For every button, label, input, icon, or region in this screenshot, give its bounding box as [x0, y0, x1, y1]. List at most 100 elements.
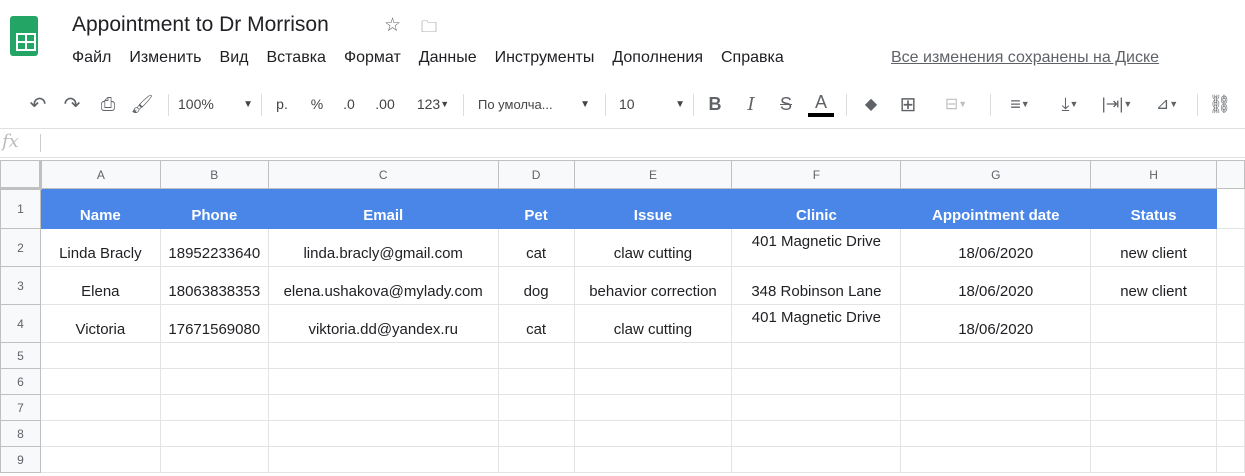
bold-icon[interactable]: B — [704, 84, 726, 124]
cell[interactable]: Clinic — [731, 188, 902, 229]
menu-format[interactable]: Формат — [344, 49, 401, 67]
fill-color-icon[interactable]: ◆ — [860, 84, 882, 124]
more-formats-select[interactable]: 123 ▼ — [408, 84, 458, 124]
cell[interactable] — [159, 446, 269, 473]
menu-tools[interactable]: Инструменты — [495, 49, 595, 67]
cell[interactable] — [497, 368, 575, 395]
cell[interactable] — [1216, 446, 1245, 473]
menu-addons[interactable]: Дополнения — [612, 49, 703, 67]
cell[interactable] — [900, 446, 1092, 473]
row-header[interactable]: 5 — [0, 342, 41, 369]
column-header-d[interactable]: D — [497, 160, 575, 189]
column-header-i[interactable] — [1216, 160, 1245, 189]
cell[interactable] — [573, 368, 733, 395]
cell[interactable] — [39, 394, 161, 421]
cell[interactable]: claw cutting — [573, 304, 733, 343]
cell[interactable] — [39, 420, 161, 447]
cell[interactable] — [1090, 304, 1217, 343]
cell[interactable] — [1090, 420, 1217, 447]
cell[interactable]: Pet — [497, 188, 575, 229]
cell[interactable] — [1216, 266, 1245, 305]
cell[interactable]: Status — [1090, 188, 1217, 229]
increase-decimal-button[interactable]: .00 — [370, 84, 400, 124]
cell[interactable]: 18952233640 — [159, 228, 269, 267]
cell[interactable] — [1216, 368, 1245, 395]
menu-help[interactable]: Справка — [721, 49, 784, 67]
cell[interactable]: 401 Magnetic Drive — [731, 228, 902, 267]
cell[interactable] — [267, 342, 499, 369]
currency-button[interactable]: р. — [270, 84, 294, 124]
cell[interactable] — [39, 368, 161, 395]
row-header[interactable]: 1 — [0, 188, 41, 229]
redo-icon[interactable]: ↷ — [60, 84, 84, 124]
cell[interactable] — [159, 342, 269, 369]
cell[interactable] — [573, 420, 733, 447]
cell[interactable]: elena.ushakova@mylady.com — [267, 266, 499, 305]
column-header-c[interactable]: C — [267, 160, 499, 189]
sheets-logo[interactable] — [10, 16, 38, 56]
cell[interactable] — [573, 446, 733, 473]
cell[interactable]: 18/06/2020 — [900, 228, 1092, 267]
cell[interactable] — [1216, 394, 1245, 421]
cell[interactable]: Appointment date — [900, 188, 1092, 229]
menu-edit[interactable]: Изменить — [129, 49, 201, 67]
cell[interactable]: Phone — [159, 188, 269, 229]
cell[interactable] — [1216, 228, 1245, 267]
cell[interactable] — [900, 368, 1092, 395]
cell[interactable]: Name — [39, 188, 161, 229]
cell[interactable]: new client — [1090, 228, 1217, 267]
menu-view[interactable]: Вид — [220, 49, 249, 67]
save-status-link[interactable]: Все изменения сохранены на Диске — [891, 49, 1159, 67]
row-header[interactable]: 2 — [0, 228, 41, 267]
percent-button[interactable]: % — [305, 84, 329, 124]
zoom-select[interactable]: 100% ▼ — [178, 84, 253, 124]
cell[interactable]: Elena — [39, 266, 161, 305]
column-header-h[interactable]: H — [1090, 160, 1217, 189]
menu-data[interactable]: Данные — [419, 49, 477, 67]
formula-bar[interactable]: fx — [0, 128, 1245, 158]
menu-insert[interactable]: Вставка — [266, 49, 325, 67]
cell[interactable] — [267, 420, 499, 447]
cell[interactable] — [497, 394, 575, 421]
cell[interactable]: linda.bracly@gmail.com — [267, 228, 499, 267]
cell[interactable]: Linda Bracly — [39, 228, 161, 267]
cell[interactable] — [1090, 368, 1217, 395]
cell[interactable] — [900, 394, 1092, 421]
row-header[interactable]: 7 — [0, 394, 41, 421]
paint-format-icon[interactable]: 🖌 — [130, 84, 154, 124]
italic-icon[interactable]: I — [740, 84, 762, 124]
font-select[interactable]: По умолча... ▼ — [478, 84, 590, 124]
cell[interactable]: 18/06/2020 — [900, 304, 1092, 343]
cell[interactable]: cat — [497, 304, 575, 343]
column-header-e[interactable]: E — [573, 160, 733, 189]
document-title[interactable]: Appointment to Dr Morrison — [72, 13, 329, 37]
cell[interactable]: 401 Magnetic Drive — [731, 304, 902, 343]
cell[interactable]: 18063838353 — [159, 266, 269, 305]
cell[interactable] — [267, 394, 499, 421]
cell[interactable] — [1216, 342, 1245, 369]
text-wrap-icon[interactable]: |⇥| ▼ — [1096, 84, 1138, 124]
cell[interactable] — [1090, 394, 1217, 421]
cell[interactable] — [159, 394, 269, 421]
row-header[interactable]: 4 — [0, 304, 41, 343]
cell[interactable] — [731, 342, 902, 369]
cell[interactable] — [159, 368, 269, 395]
column-header-b[interactable]: B — [159, 160, 269, 189]
cell[interactable]: 348 Robinson Lane — [731, 266, 902, 305]
cell[interactable] — [1090, 446, 1217, 473]
cell[interactable] — [900, 420, 1092, 447]
cell[interactable] — [731, 368, 902, 395]
star-icon[interactable]: ☆ — [384, 14, 401, 37]
cell[interactable] — [497, 446, 575, 473]
cell[interactable] — [900, 342, 1092, 369]
row-header[interactable]: 6 — [0, 368, 41, 395]
print-icon[interactable]: ⎙ — [96, 84, 120, 124]
undo-icon[interactable]: ↶ — [26, 84, 50, 124]
column-header-g[interactable]: G — [900, 160, 1092, 189]
row-header[interactable]: 3 — [0, 266, 41, 305]
column-header-a[interactable]: A — [39, 160, 161, 189]
cell[interactable] — [497, 420, 575, 447]
text-color-icon[interactable]: A — [808, 84, 834, 124]
strikethrough-icon[interactable]: S — [775, 84, 797, 124]
cell[interactable] — [497, 342, 575, 369]
